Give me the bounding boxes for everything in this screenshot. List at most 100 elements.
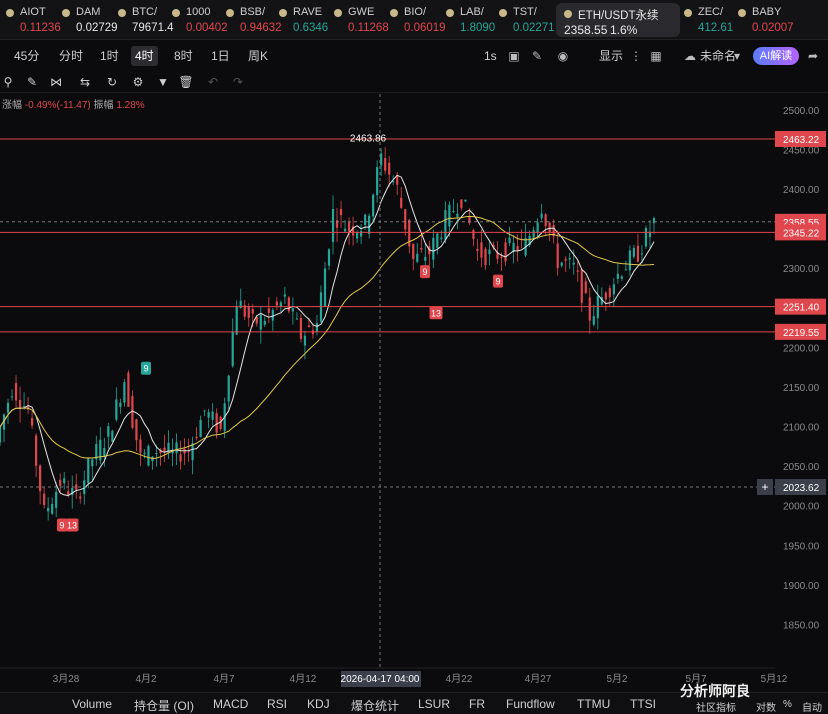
ticker-price: 412.61 — [698, 22, 734, 34]
edit-icon[interactable]: ✎ — [529, 48, 545, 64]
ticker-price: 0.11236 — [20, 22, 61, 34]
ticker-symbol: BABY — [752, 6, 782, 18]
price-tag-label: 2219.55 — [783, 328, 820, 339]
indicator-7[interactable]: FR — [469, 697, 485, 711]
interval-button[interactable]: 1s — [480, 46, 501, 66]
grid-icon[interactable]: ▦ — [648, 48, 664, 64]
indicator-4[interactable]: KDJ — [307, 697, 330, 711]
y-tick-label: 1850.00 — [783, 620, 820, 631]
timeframe-5[interactable]: 1日 — [207, 46, 234, 66]
indicator-icon[interactable]: ⋈ — [48, 74, 64, 90]
settings-icon[interactable]: ⚙ — [130, 74, 146, 90]
candle — [432, 237, 435, 260]
timeframe-4[interactable]: 8时 — [170, 46, 197, 66]
ticker-item-10[interactable]: ETH/USDT永续 2358.55 1.6% — [556, 3, 680, 37]
ticker-item-7[interactable]: BIO/0.06019 — [390, 3, 446, 37]
compare-icon[interactable]: ⇆ — [77, 74, 93, 90]
candle — [452, 211, 455, 213]
axis-option-2[interactable]: % — [783, 699, 792, 710]
price-chart[interactable]: 2500.002450.002400.002350.002300.002250.… — [0, 94, 828, 690]
ticker-item-3[interactable]: 1000 0.00402 — [172, 3, 228, 37]
indicator-0[interactable]: Volume — [72, 697, 112, 711]
coin-icon — [499, 9, 507, 17]
chevron-down-icon[interactable]: ▾ — [729, 48, 745, 64]
candle — [404, 209, 407, 230]
camera-icon[interactable]: ▣ — [506, 48, 522, 64]
indicator-3[interactable]: RSI — [267, 697, 287, 711]
td-marker-label: 9 — [495, 277, 500, 287]
ticker-item-8[interactable]: LAB/1.8090 — [446, 3, 498, 37]
ticker-item-11[interactable]: ZEC/412.61 — [684, 3, 736, 37]
axis-option-1[interactable]: 对数 — [756, 699, 776, 714]
display-button[interactable]: 显示 — [595, 46, 627, 66]
candle — [259, 314, 262, 330]
candle — [191, 443, 194, 461]
ticker-bar: AIOT 0.11236 DAM 0.02729 BTC/79671.4 1000 0.00… — [0, 0, 828, 40]
ai-interpret-button[interactable]: AI解读 — [753, 47, 799, 65]
template-icon[interactable]: ↻ — [104, 74, 120, 90]
ticker-item-9[interactable]: TST/0.02271 — [499, 3, 555, 37]
coin-icon — [62, 9, 70, 17]
candle — [508, 237, 511, 244]
candle — [416, 253, 419, 262]
candle — [187, 451, 190, 453]
candle — [63, 478, 66, 484]
indicator-8[interactable]: Fundflow — [506, 697, 555, 711]
y-tick-label: 2150.00 — [783, 383, 820, 394]
dots-icon[interactable]: ⋮ — [628, 48, 644, 64]
candle — [632, 248, 636, 257]
candle — [420, 247, 423, 250]
candle — [368, 215, 371, 234]
ticker-item-6[interactable]: GWE 0.11268 — [334, 3, 389, 37]
zoom-icon[interactable]: ⚲ — [0, 74, 16, 90]
undo-icon[interactable]: ↶ — [205, 74, 221, 90]
candle — [472, 230, 475, 240]
candle — [195, 436, 198, 439]
ticker-price: 0.00402 — [186, 22, 228, 34]
indicator-9[interactable]: TTMU — [577, 697, 610, 711]
candle — [179, 454, 182, 462]
timeframe-1[interactable]: 分时 — [55, 46, 87, 66]
indicator-1[interactable]: 持仓量 (OI) — [134, 697, 194, 714]
eye-icon[interactable]: ◉ — [555, 48, 571, 64]
ticker-item-0[interactable]: AIOT 0.11236 — [6, 3, 61, 37]
candle — [299, 317, 303, 339]
ticker-item-1[interactable]: DAM 0.02729 — [62, 3, 118, 37]
ticker-item-4[interactable]: BSB/0.94632 — [226, 3, 282, 37]
y-tick-label: 2050.00 — [783, 462, 820, 473]
coin-icon — [6, 9, 14, 17]
indicator-5[interactable]: 爆仓统计 — [351, 697, 399, 714]
trash-icon[interactable]: 🗑 — [178, 74, 194, 90]
pen-icon[interactable]: ✎ — [24, 74, 40, 90]
candle — [35, 435, 38, 466]
axis-option-0[interactable]: 社区指标 — [696, 699, 736, 714]
candle — [47, 507, 50, 512]
timeframe-3[interactable]: 4时 — [131, 46, 158, 66]
timeframe-2[interactable]: 1时 — [96, 46, 123, 66]
timeframe-6[interactable]: 周K — [244, 46, 272, 66]
x-tick-label: 4月22 — [446, 673, 473, 685]
indicator-10[interactable]: TTSI — [630, 697, 656, 711]
redo-icon[interactable]: ↷ — [230, 74, 246, 90]
ticker-item-2[interactable]: BTC/79671.4 — [118, 3, 174, 37]
ticker-symbol: RAVE — [293, 6, 323, 18]
indicator-2[interactable]: MACD — [213, 697, 248, 711]
candle — [540, 213, 543, 219]
ticker-item-5[interactable]: RAVE 0.6346 — [279, 3, 331, 37]
x-tick-label: 5月2 — [606, 673, 628, 685]
candle — [556, 243, 559, 269]
candle — [247, 306, 250, 318]
candle — [135, 419, 138, 441]
candle — [412, 243, 415, 260]
candle — [488, 249, 491, 255]
timeframe-0[interactable]: 45分 — [10, 46, 43, 66]
filter-icon[interactable]: ▼ — [155, 74, 171, 90]
ticker-item-12[interactable]: BABY 0.02007 — [738, 3, 794, 37]
share-icon[interactable]: ➦ — [805, 48, 821, 64]
indicator-6[interactable]: LSUR — [418, 697, 450, 711]
ticker-symbol: LAB/ — [460, 6, 484, 18]
td-marker-label: 9 — [143, 364, 148, 374]
candle — [287, 297, 290, 312]
candle — [235, 305, 238, 335]
axis-option-3[interactable]: 自动 — [802, 699, 822, 714]
